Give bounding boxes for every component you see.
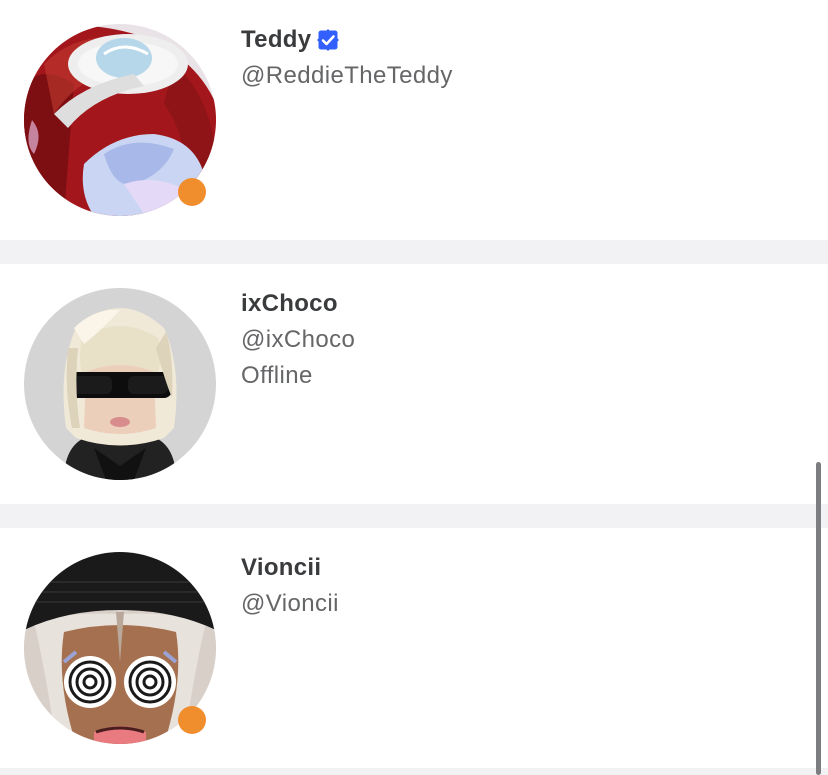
friend-avatar[interactable] [24,288,216,480]
username: @ReddieTheTeddy [241,62,453,89]
display-name: ixChoco [241,290,338,317]
presence-dot-icon [178,178,206,206]
friends-list: Teddy @ReddieTheTeddy ixChoco @ixChoco O… [0,0,828,775]
name-line: Vioncii [241,552,321,584]
presence-status: Offline [241,362,313,389]
friend-row[interactable]: Vioncii @Vioncii [0,528,828,768]
avatar-blonde-sunglasses-icon [24,288,216,480]
username: @Vioncii [241,590,339,617]
display-name: Vioncii [241,554,322,581]
friend-row[interactable]: Teddy @ReddieTheTeddy [0,0,828,240]
username: @ixChoco [241,326,356,353]
name-line: Teddy [241,24,340,56]
name-line: ixChoco [241,288,338,320]
verified-badge-icon [317,29,340,51]
presence-dot-icon [178,706,206,734]
display-name: Teddy [241,26,312,53]
friend-row[interactable]: ixChoco @ixChoco Offline [0,264,828,504]
scrollbar[interactable] [816,462,821,775]
